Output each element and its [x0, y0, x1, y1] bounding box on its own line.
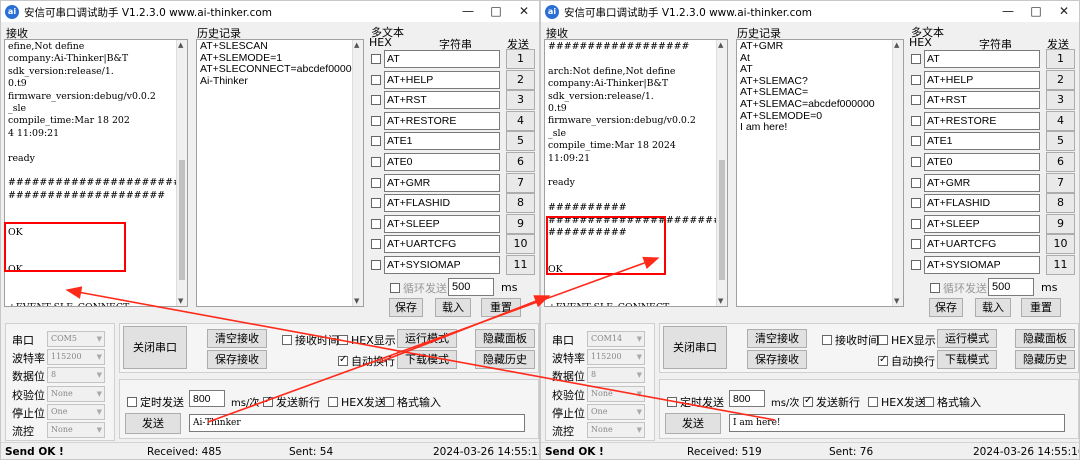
arrow-right-send-to-left-receive	[65, 286, 776, 421]
arrow-left-send-to-right-receive	[207, 256, 660, 423]
annotation-arrows	[65, 256, 776, 423]
